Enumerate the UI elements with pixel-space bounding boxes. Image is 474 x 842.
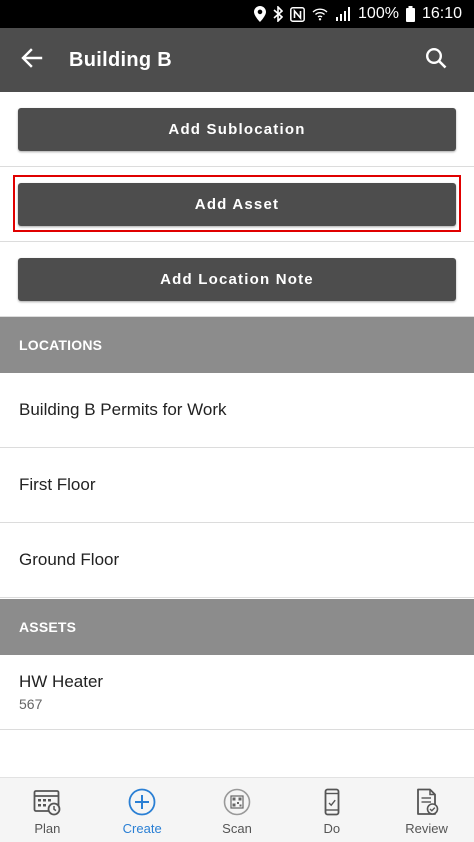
add-asset-row: Add Asset	[0, 167, 474, 242]
location-item-ground-floor[interactable]: Ground Floor	[0, 523, 474, 598]
search-button[interactable]	[412, 36, 460, 84]
add-asset-button[interactable]: Add Asset	[18, 182, 456, 226]
add-location-note-button[interactable]: Add Location Note	[18, 257, 456, 301]
document-check-icon	[413, 787, 441, 817]
add-sublocation-button[interactable]: Add Sublocation	[18, 107, 456, 151]
battery-icon	[405, 0, 415, 28]
asset-item-hw-heater[interactable]: HW Heater 567	[0, 655, 474, 730]
app-bar: Building B	[0, 28, 474, 92]
nav-review[interactable]: Review	[379, 778, 474, 842]
nav-scan-label: Scan	[222, 821, 252, 836]
add-sublocation-row: Add Sublocation	[0, 92, 474, 167]
nav-create[interactable]: Create	[95, 778, 190, 842]
arrow-left-icon	[21, 47, 43, 74]
search-icon	[425, 47, 447, 74]
assets-header: ASSETS	[0, 599, 474, 655]
nav-do[interactable]: Do	[284, 778, 379, 842]
nav-scan[interactable]: Scan	[190, 778, 285, 842]
status-bar: 100% 16:10	[0, 0, 474, 28]
phone-icon	[318, 787, 346, 817]
signal-icon	[335, 0, 351, 28]
nav-plan-label: Plan	[34, 821, 61, 836]
wifi-icon	[312, 0, 328, 28]
clock: 16:10	[421, 5, 462, 22]
nfc-icon	[290, 0, 305, 28]
calendar-clock-icon	[33, 787, 61, 817]
battery-level: 100%	[358, 5, 399, 22]
locations-header: LOCATIONS	[0, 317, 474, 373]
location-item-label: First Floor	[19, 475, 96, 494]
plus-circle-icon	[128, 787, 156, 817]
location-item-label: Building B Permits for Work	[19, 400, 227, 419]
nav-plan[interactable]: Plan	[0, 778, 95, 842]
asset-name: HW Heater	[19, 672, 104, 691]
location-item-label: Ground Floor	[19, 550, 120, 569]
nav-create-label: Create	[122, 821, 162, 836]
location-item-permits[interactable]: Building B Permits for Work	[0, 373, 474, 448]
location-icon	[254, 0, 267, 28]
nav-review-label: Review	[405, 821, 448, 836]
bottom-nav: Plan Create Scan Do Review	[0, 777, 474, 842]
back-button[interactable]	[0, 28, 64, 92]
page-title: Building B	[69, 48, 172, 71]
add-location-note-row: Add Location Note	[0, 242, 474, 317]
nav-do-label: Do	[323, 821, 341, 836]
asset-id: 567	[19, 696, 43, 712]
qr-scan-icon	[223, 787, 251, 817]
bluetooth-icon	[273, 0, 284, 28]
location-item-first-floor[interactable]: First Floor	[0, 448, 474, 523]
